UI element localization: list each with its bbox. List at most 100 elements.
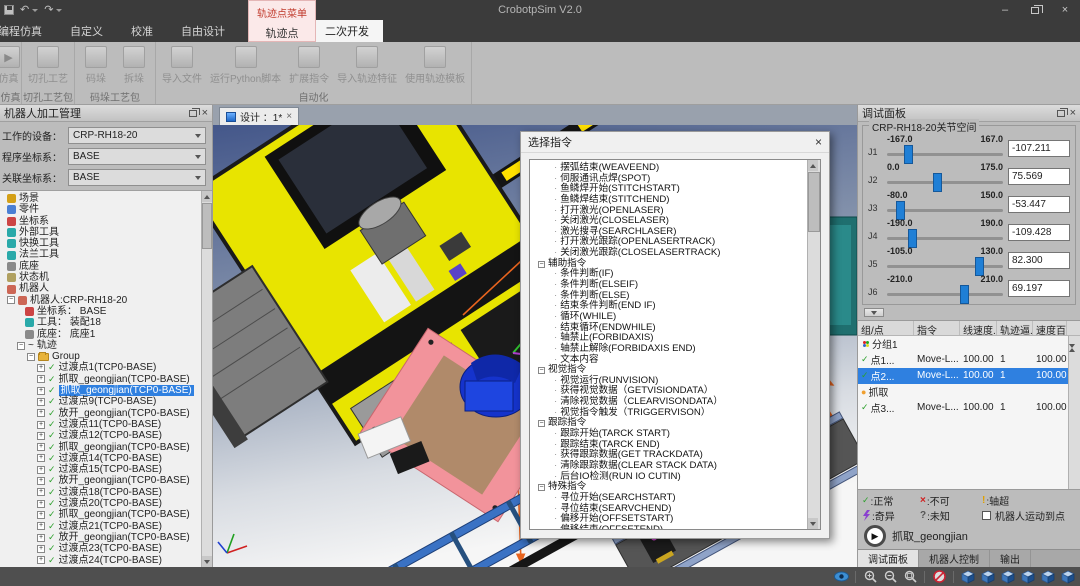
trajectory-point-label[interactable]: 过渡点18(TCP0-BASE) [59,487,162,498]
trajectory-point-label[interactable]: 抓取_geongjian(TCP0-BASE) [59,509,190,520]
trajectory-point-label[interactable]: 抓取_geongjian(TCP0-BASE) [59,374,190,385]
expand-icon[interactable]: + [37,443,45,451]
collapse-icon[interactable]: − [7,296,15,304]
no-entry-icon[interactable] [931,569,947,584]
menu-tab-自由设计[interactable]: 自由设计 [167,20,239,42]
dialog-scroll-thumb[interactable] [808,172,820,232]
combo-CRP-RH18-20[interactable]: CRP-RH18-20 [68,127,206,144]
close-panel-icon[interactable]: × [202,109,208,118]
float-panel-icon[interactable] [189,110,197,117]
zoom-out-icon[interactable] [882,569,898,584]
tree-row[interactable]: +✓放开_geongjian(TCP0-BASE) [3,532,201,543]
design-tab[interactable]: 设计 ：1* × [219,107,299,125]
collapse-icon[interactable]: − [538,367,545,374]
move-to-point-checkbox[interactable] [982,511,991,520]
eye-icon[interactable] [833,569,849,584]
tree-row[interactable]: +✓过渡点12(TCP0-BASE) [3,430,201,441]
expand-icon[interactable]: + [37,477,45,485]
trajectory-point-label[interactable]: 放开_geongjian(TCP0-BASE) [59,475,190,486]
ribbon-button-使用轨迹模板[interactable]: 使用轨迹模板 [403,45,467,86]
joint-value-field[interactable]: -107.211 [1008,140,1070,157]
expand-icon[interactable]: + [37,398,45,406]
trajectory-point-label[interactable]: 过渡点20(TCP0-BASE) [59,498,162,509]
collapse-icon[interactable]: − [538,420,545,427]
redo-icon[interactable]: ↷ [44,5,53,15]
menu-tab-校准[interactable]: 校准 [117,20,167,42]
table-row[interactable]: 分组1 [858,336,1068,352]
ribbon-button-切孔工艺[interactable]: 切孔工艺 [26,45,70,86]
tree-row[interactable]: +✓过渡点21(TCP0-BASE) [3,521,201,532]
joint-slider-thumb[interactable] [960,285,969,304]
table-scrollbar[interactable] [1068,336,1080,489]
view-cube-back-icon[interactable] [980,569,996,584]
collapse-icon[interactable]: − [17,342,25,350]
tree-row[interactable]: +✓过渡点9(TCP0-BASE) [3,396,201,407]
tree-row[interactable]: +✓放开_geongjian(TCP0-BASE) [3,475,201,486]
joint-value-field[interactable]: -109.428 [1008,224,1070,241]
command-item[interactable]: ·偏移结束(OFFSETEND) [536,525,807,530]
joint-value-field[interactable]: 75.569 [1008,168,1070,185]
trajectory-point-label[interactable]: 过渡点12(TCP0-BASE) [59,430,162,441]
command-item[interactable]: ·轴禁止解除(FORBIDAXIS END) [536,344,807,355]
tree-row[interactable]: +✓放开_geongjian(TCP0-BASE) [3,408,201,419]
expand-icon[interactable]: + [37,500,45,508]
dialog-title-bar[interactable]: 选择指令 × [521,132,829,153]
ribbon-button-仿真[interactable]: ▶仿真 [0,45,22,86]
tree-row[interactable]: 状态机 [3,272,201,283]
expand-icon[interactable]: + [37,466,45,474]
panel-tab-机器人控制[interactable]: 机器人控制 [919,550,990,567]
expand-icon[interactable]: + [37,511,45,519]
tree-row[interactable]: 工具： 装配18 [3,317,201,328]
command-item[interactable]: ·鱼鳞焊结束(STITCHEND) [536,195,807,206]
tree-row[interactable]: −机器人:CRP-RH18-20 [3,295,201,306]
play-button[interactable]: ▶ [864,525,886,547]
joint-slider-track[interactable] [887,293,1003,296]
panel-tab-输出[interactable]: 输出 [990,550,1031,567]
table-scroll-down-icon[interactable] [1069,348,1080,360]
scroll-thumb[interactable] [202,203,212,249]
trajectory-point-label[interactable]: 过渡点15(TCP0-BASE) [59,464,162,475]
table-row[interactable]: ✓点3...Move-L...100.001100.00 [858,400,1068,416]
column-header[interactable]: 线速度... [960,321,997,335]
column-header[interactable]: 速度百... [1033,321,1067,335]
view-cube-left-icon[interactable] [1000,569,1016,584]
trajectory-point-label[interactable]: 放开_geongjian(TCP0-BASE) [59,408,190,419]
tab-trajectory-point[interactable]: 轨迹点 [266,25,299,41]
tree-row[interactable]: 快换工具 [3,238,201,249]
tree-row[interactable]: +✓过渡点1(TCP0-BASE) [3,362,201,373]
tree-row[interactable]: +✓抓取_geongjian(TCP0-BASE) [3,374,201,385]
tree-row[interactable]: +✓过渡点14(TCP0-BASE) [3,453,201,464]
panel-tab-调试面板[interactable]: 调试面板 [858,550,919,567]
joint-value-field[interactable]: -53.447 [1008,196,1070,213]
expand-icon[interactable]: + [37,387,45,395]
dialog-scroll-up-icon[interactable] [808,160,818,171]
tree-row[interactable]: +✓过渡点20(TCP0-BASE) [3,498,201,509]
collapse-icon[interactable]: − [538,261,545,268]
expand-icon[interactable]: + [37,375,45,383]
command-item[interactable]: ·循环(WHILE) [536,312,807,323]
view-cube-top-icon[interactable] [1040,569,1056,584]
ribbon-button-导入文件[interactable]: 导入文件 [160,45,204,86]
trajectory-point-label[interactable]: 过渡点24(TCP0-BASE) [59,555,162,566]
collapse-icon[interactable]: − [538,484,545,491]
expand-icon[interactable]: + [37,454,45,462]
expand-icon[interactable]: + [37,522,45,530]
joint-slider-track[interactable] [887,181,1003,184]
expand-icon[interactable]: + [37,556,45,564]
view-cube-right-icon[interactable] [1020,569,1036,584]
tree-row[interactable]: 场景 [3,193,201,204]
command-item[interactable]: ·寻位开始(SEARCHSTART) [536,493,807,504]
scroll-up-icon[interactable] [202,191,212,202]
debug-float-panel-icon[interactable] [1057,110,1065,117]
zoom-region-icon[interactable] [902,569,918,584]
expand-icon[interactable]: + [37,534,45,542]
undo-icon[interactable]: ↶ [20,5,29,15]
scroll-down-icon[interactable] [202,556,212,567]
tree-row[interactable]: +✓过渡点11(TCP0-BASE) [3,419,201,430]
expand-icon[interactable]: + [37,545,45,553]
tree-row[interactable]: 外部工具 [3,227,201,238]
view-cube-iso-icon[interactable] [1060,569,1076,584]
ribbon-button-扩展指令[interactable]: 扩展指令 [287,45,331,86]
column-header[interactable]: 组/点 [858,321,914,335]
restore-button[interactable] [1020,0,1050,20]
